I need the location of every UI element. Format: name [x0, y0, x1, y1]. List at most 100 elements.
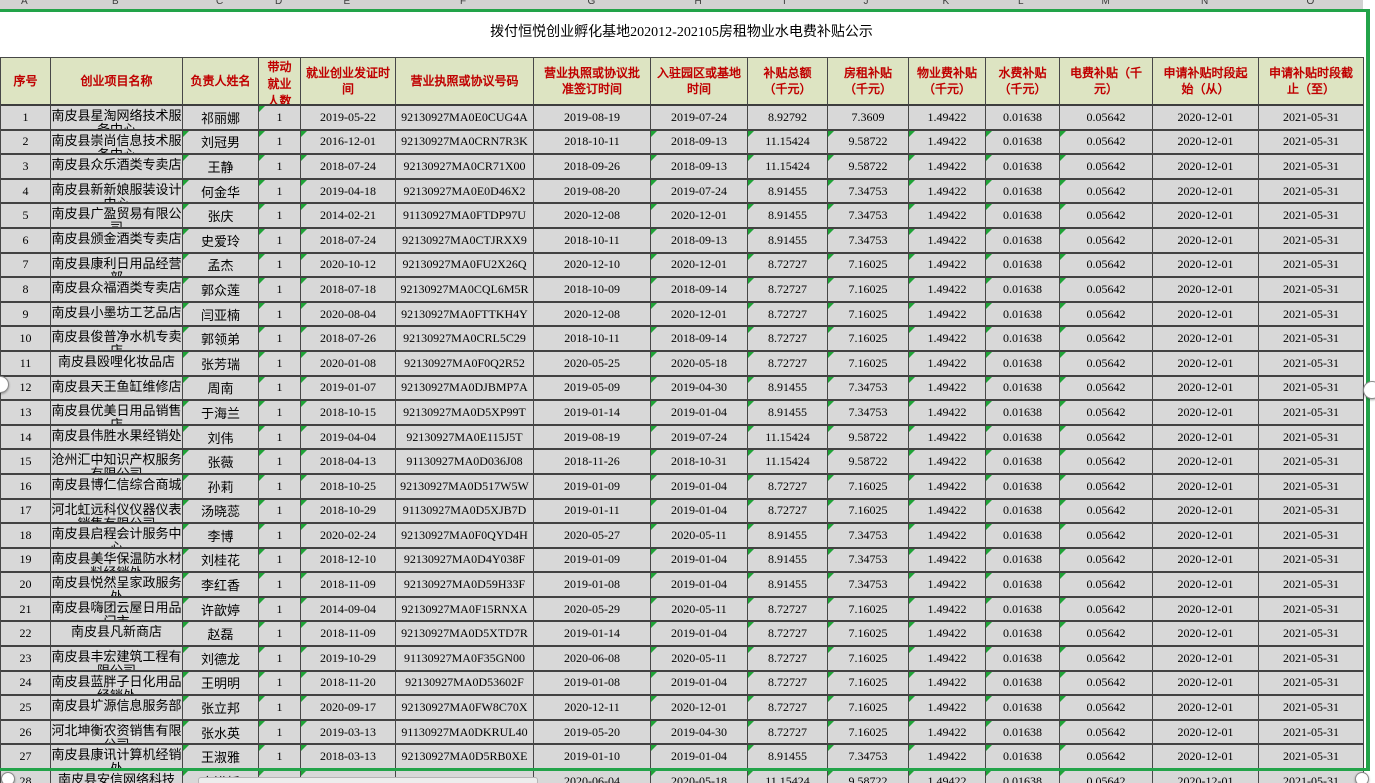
cell-jobs[interactable]: 1 — [259, 622, 301, 647]
cell-n[interactable]: 4 — [1, 180, 51, 205]
cell-elec[interactable]: 0.05642 — [1060, 622, 1153, 647]
cell-to[interactable]: 2021-05-31 — [1259, 180, 1364, 205]
cell-water[interactable]: 0.01638 — [986, 524, 1060, 549]
cell-total[interactable]: 8.72727 — [748, 647, 828, 672]
cell-prop[interactable]: 1.49422 — [909, 303, 986, 328]
cell-enter[interactable]: 2018-09-13 — [651, 229, 748, 254]
cell-water[interactable]: 0.01638 — [986, 229, 1060, 254]
cell-name[interactable]: 南皮县天王鱼缸维修店 — [51, 377, 183, 402]
cell-total[interactable]: 8.72727 — [748, 721, 828, 746]
cell-cert[interactable]: 2019-04-04 — [301, 426, 396, 451]
cell-lic[interactable]: 92130927MA0D5RB0XE — [396, 745, 534, 770]
cell-jobs[interactable]: 1 — [259, 254, 301, 279]
cell-from[interactable]: 2020-12-01 — [1153, 254, 1259, 279]
cell-jobs[interactable]: 1 — [259, 426, 301, 451]
cell-name[interactable]: 南皮县凡新商店 — [51, 622, 183, 647]
cell-from[interactable]: 2020-12-01 — [1153, 303, 1259, 328]
cell-enter[interactable]: 2019-01-04 — [651, 672, 748, 697]
selection-handle-bottom-right[interactable] — [1355, 772, 1369, 783]
cell-cert[interactable]: 2018-11-09 — [301, 622, 396, 647]
cell-water[interactable]: 0.01638 — [986, 180, 1060, 205]
cell-person[interactable]: 张立邦 — [183, 696, 259, 721]
cell-person[interactable]: 何金华 — [183, 180, 259, 205]
cell-from[interactable]: 2020-12-01 — [1153, 377, 1259, 402]
cell-person[interactable]: 闫亚楠 — [183, 303, 259, 328]
cell-enter[interactable]: 2019-01-04 — [651, 573, 748, 598]
cell-prop[interactable]: 1.49422 — [909, 254, 986, 279]
cell-enter[interactable]: 2018-10-31 — [651, 450, 748, 475]
cell-lic[interactable]: 92130927MA0F15RNXA — [396, 598, 534, 623]
cell-from[interactable]: 2020-12-01 — [1153, 327, 1259, 352]
cell-appr[interactable]: 2019-05-20 — [534, 721, 651, 746]
cell-from[interactable]: 2020-12-01 — [1153, 401, 1259, 426]
cell-cert[interactable]: 2019-03-13 — [301, 721, 396, 746]
cell-water[interactable]: 0.01638 — [986, 770, 1060, 783]
cell-prop[interactable]: 1.49422 — [909, 352, 986, 377]
cell-cert[interactable]: 2018-10-29 — [301, 500, 396, 525]
cell-total[interactable]: 8.72727 — [748, 475, 828, 500]
cell-n[interactable]: 9 — [1, 303, 51, 328]
cell-water[interactable]: 0.01638 — [986, 696, 1060, 721]
cell-lic[interactable]: 92130927MA0CTJRXX9 — [396, 229, 534, 254]
cell-n[interactable]: 12 — [1, 377, 51, 402]
cell-appr[interactable]: 2019-08-20 — [534, 180, 651, 205]
header-cell-total[interactable]: 补贴总额（千元） — [748, 58, 828, 106]
cell-cert[interactable]: 2019-01-07 — [301, 377, 396, 402]
cell-jobs[interactable]: 1 — [259, 303, 301, 328]
cell-n[interactable]: 21 — [1, 598, 51, 623]
cell-appr[interactable]: 2020-06-04 — [534, 770, 651, 783]
cell-n[interactable]: 13 — [1, 401, 51, 426]
cell-from[interactable]: 2020-12-01 — [1153, 155, 1259, 180]
cell-rent[interactable]: 7.16025 — [828, 475, 909, 500]
cell-water[interactable]: 0.01638 — [986, 450, 1060, 475]
cell-jobs[interactable]: 1 — [259, 229, 301, 254]
cell-jobs[interactable]: 1 — [259, 696, 301, 721]
cell-total[interactable]: 11.15424 — [748, 155, 828, 180]
cell-rent[interactable]: 7.34753 — [828, 524, 909, 549]
cell-to[interactable]: 2021-05-31 — [1259, 647, 1364, 672]
cell-lic[interactable]: 92130927MA0E0D46X2 — [396, 180, 534, 205]
cell-n[interactable]: 1 — [1, 106, 51, 131]
cell-person[interactable]: 张薇 — [183, 450, 259, 475]
cell-jobs[interactable]: 1 — [259, 377, 301, 402]
cell-water[interactable]: 0.01638 — [986, 622, 1060, 647]
cell-from[interactable]: 2020-12-01 — [1153, 204, 1259, 229]
cell-name[interactable]: 南皮县殴哩化妆品店 — [51, 352, 183, 377]
selection-handle-right[interactable] — [1363, 381, 1375, 399]
cell-n[interactable]: 27 — [1, 745, 51, 770]
cell-rent[interactable]: 7.34753 — [828, 204, 909, 229]
cell-elec[interactable]: 0.05642 — [1060, 254, 1153, 279]
cell-appr[interactable]: 2019-01-08 — [534, 573, 651, 598]
cell-appr[interactable]: 2018-10-11 — [534, 131, 651, 156]
cell-appr[interactable]: 2019-01-09 — [534, 475, 651, 500]
cell-elec[interactable]: 0.05642 — [1060, 426, 1153, 451]
cell-from[interactable]: 2020-12-01 — [1153, 450, 1259, 475]
cell-total[interactable]: 8.72727 — [748, 696, 828, 721]
cell-lic[interactable]: 91130927MA0D5XJB7D — [396, 500, 534, 525]
cell-appr[interactable]: 2019-01-10 — [534, 745, 651, 770]
cell-prop[interactable]: 1.49422 — [909, 106, 986, 131]
cell-lic[interactable]: 92130927MA0CRN7R3K — [396, 131, 534, 156]
cell-to[interactable]: 2021-05-31 — [1259, 524, 1364, 549]
cell-person[interactable]: 王静 — [183, 155, 259, 180]
cell-elec[interactable]: 0.05642 — [1060, 672, 1153, 697]
cell-elec[interactable]: 0.05642 — [1060, 573, 1153, 598]
cell-water[interactable]: 0.01638 — [986, 155, 1060, 180]
cell-to[interactable]: 2021-05-31 — [1259, 598, 1364, 623]
cell-jobs[interactable]: 1 — [259, 475, 301, 500]
header-cell-appr[interactable]: 营业执照或协议批准签订时间 — [534, 58, 651, 106]
cell-appr[interactable]: 2018-10-09 — [534, 278, 651, 303]
cell-elec[interactable]: 0.05642 — [1060, 278, 1153, 303]
cell-n[interactable]: 24 — [1, 672, 51, 697]
cell-name[interactable]: 南皮县颁金酒类专卖店 — [51, 229, 183, 254]
cell-prop[interactable]: 1.49422 — [909, 450, 986, 475]
cell-appr[interactable]: 2020-12-08 — [534, 303, 651, 328]
cell-to[interactable]: 2021-05-31 — [1259, 229, 1364, 254]
cell-from[interactable]: 2020-12-01 — [1153, 598, 1259, 623]
cell-cert[interactable]: 2016-12-01 — [301, 131, 396, 156]
header-cell-enter[interactable]: 入驻园区或基地时间 — [651, 58, 748, 106]
cell-lic[interactable]: 91130927MA0DKRUL40 — [396, 721, 534, 746]
cell-rent[interactable]: 7.34753 — [828, 377, 909, 402]
cell-elec[interactable]: 0.05642 — [1060, 770, 1153, 783]
cell-lic[interactable]: 92130927MA0F0Q2R52 — [396, 352, 534, 377]
